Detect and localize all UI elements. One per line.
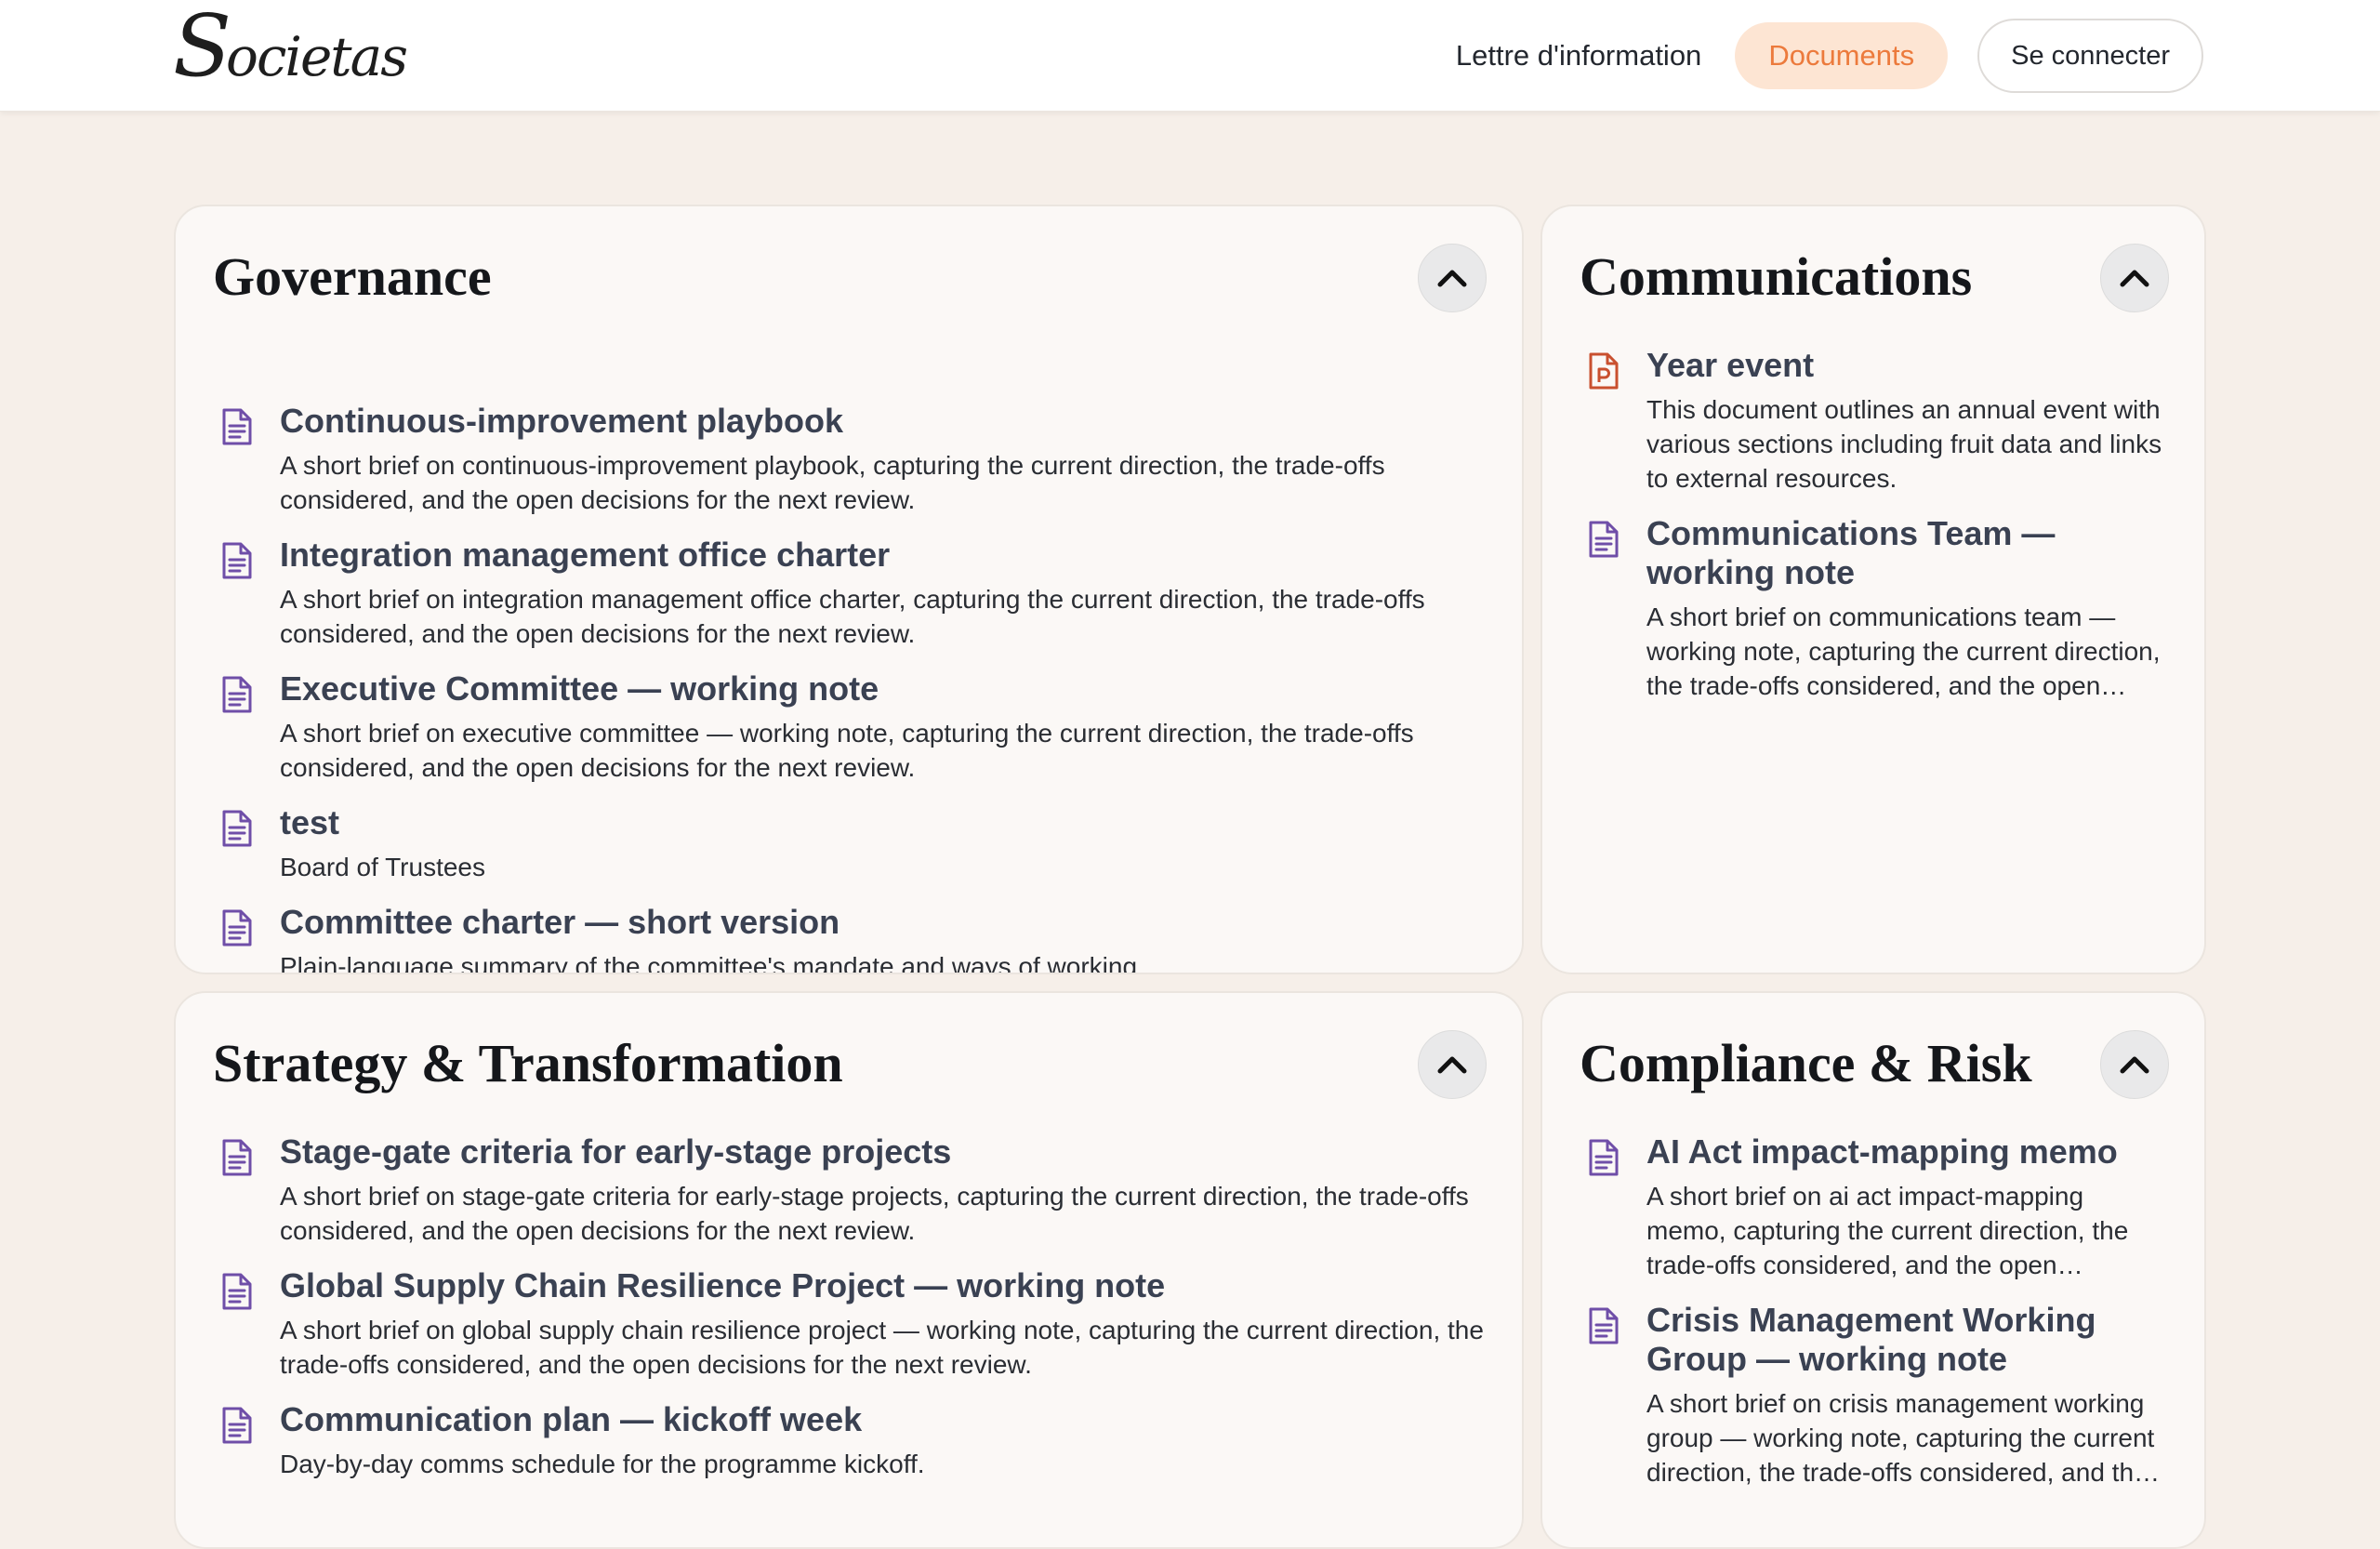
document-title[interactable]: Year event (1646, 346, 2167, 385)
section-title: Strategy & Transformation (213, 1033, 843, 1093)
document-description: Day-by-day comms schedule for the progra… (280, 1450, 925, 1478)
document-title[interactable]: Continuous-improvement playbook (280, 402, 1485, 441)
document-item[interactable]: Communication plan — kickoff week Day-by… (213, 1400, 1485, 1481)
section-title: Governance (213, 246, 492, 307)
section-card-governance: Governance Continuous-improvement playbo… (174, 205, 1524, 974)
chevron-up-icon (1437, 1056, 1467, 1074)
document-title[interactable]: AI Act impact-mapping memo (1646, 1132, 2167, 1172)
collapse-button[interactable] (2100, 1030, 2169, 1099)
document-item[interactable]: AI Act impact-mapping memo A short brief… (1580, 1132, 2167, 1282)
document-item[interactable]: Executive Committee — working note A sho… (213, 669, 1485, 785)
section-title: Communications (1580, 246, 1973, 307)
document-item[interactable]: Stage-gate criteria for early-stage proj… (213, 1132, 1485, 1248)
section-card-strategy-transformation: Strategy & Transformation Stage-gate cri… (174, 991, 1524, 1549)
document-list: Continuous-improvement playbook A short … (213, 402, 1485, 974)
collapse-button[interactable] (2100, 244, 2169, 312)
document-item[interactable]: Communications Team — working note A sho… (1580, 514, 2167, 703)
document-item[interactable]: test Board of Trustees (213, 803, 1485, 884)
chevron-up-icon (1437, 270, 1467, 287)
collapse-button[interactable] (1418, 244, 1487, 312)
nav-link-documents[interactable]: Documents (1735, 22, 1949, 89)
societas-logo[interactable]: Societas (173, 4, 408, 93)
text-document-icon (220, 809, 254, 848)
text-document-icon (1587, 1138, 1620, 1177)
document-title[interactable]: Committee charter — short version (280, 903, 1485, 942)
text-document-icon (220, 1138, 254, 1177)
text-document-icon (220, 675, 254, 714)
document-description: A short brief on global supply chain res… (280, 1316, 1484, 1379)
text-document-icon (220, 541, 254, 580)
chevron-up-icon (2120, 1056, 2149, 1074)
document-description: A short brief on continuous-improvement … (280, 451, 1385, 514)
section-card-communications: Communications Year event This document … (1540, 205, 2206, 974)
section-header: Communications (1580, 240, 2169, 314)
section-header: Compliance & Risk (1580, 1026, 2169, 1101)
section-header: Governance (213, 240, 1487, 314)
text-document-icon (220, 1406, 254, 1445)
document-title[interactable]: Communications Team — working note (1646, 514, 2167, 592)
document-description: A short brief on integration management … (280, 585, 1425, 648)
main-nav: Lettre d'information Documents Se connec… (1422, 19, 2203, 93)
logo-text: Societas (173, 0, 408, 96)
document-title[interactable]: Communication plan — kickoff week (280, 1400, 1485, 1439)
document-list: Stage-gate criteria for early-stage proj… (213, 1132, 1485, 1500)
document-description: Board of Trustees (280, 853, 486, 881)
document-description: A short brief on executive committee — w… (280, 719, 1414, 782)
document-description: A short brief on ai act impact-mapping m… (1646, 1182, 2129, 1279)
document-item[interactable]: Committee charter — short version Plain-… (213, 903, 1485, 974)
text-document-icon (1587, 520, 1620, 559)
section-title: Compliance & Risk (1580, 1033, 2032, 1093)
document-title[interactable]: Global Supply Chain Resilience Project —… (280, 1266, 1485, 1305)
document-item[interactable]: Global Supply Chain Resilience Project —… (213, 1266, 1485, 1382)
document-description: A short brief on crisis management worki… (1646, 1389, 2155, 1487)
document-item[interactable]: Year event This document outlines an ann… (1580, 346, 2167, 496)
document-list: AI Act impact-mapping memo A short brief… (1580, 1132, 2167, 1508)
chevron-up-icon (2120, 270, 2149, 287)
section-card-compliance-risk: Compliance & Risk AI Act impact-mapping … (1540, 991, 2206, 1549)
text-document-icon (220, 1272, 254, 1311)
login-button[interactable]: Se connecter (1977, 19, 2203, 93)
section-header: Strategy & Transformation (213, 1026, 1487, 1101)
document-title[interactable]: Integration management office charter (280, 536, 1485, 575)
collapse-button[interactable] (1418, 1030, 1487, 1099)
presentation-document-icon (1587, 351, 1620, 391)
text-document-icon (220, 407, 254, 446)
top-navigation-bar: Societas Lettre d'information Documents … (0, 0, 2380, 112)
document-description: This document outlines an annual event w… (1646, 395, 2162, 493)
document-description: A short brief on communications team — w… (1646, 602, 2161, 700)
document-description: Plain-language summary of the committee'… (280, 952, 1144, 974)
document-title[interactable]: Stage-gate criteria for early-stage proj… (280, 1132, 1485, 1172)
document-title[interactable]: test (280, 803, 1485, 842)
document-title[interactable]: Crisis Management Working Group — workin… (1646, 1301, 2167, 1379)
document-item[interactable]: Crisis Management Working Group — workin… (1580, 1301, 2167, 1489)
nav-link-newsletter[interactable]: Lettre d'information (1422, 22, 1735, 89)
document-list: Year event This document outlines an ann… (1580, 346, 2167, 722)
document-item[interactable]: Continuous-improvement playbook A short … (213, 402, 1485, 517)
text-document-icon (1587, 1306, 1620, 1345)
document-title[interactable]: Executive Committee — working note (280, 669, 1485, 708)
text-document-icon (220, 908, 254, 947)
document-description: A short brief on stage-gate criteria for… (280, 1182, 1469, 1245)
document-item[interactable]: Integration management office charter A … (213, 536, 1485, 651)
